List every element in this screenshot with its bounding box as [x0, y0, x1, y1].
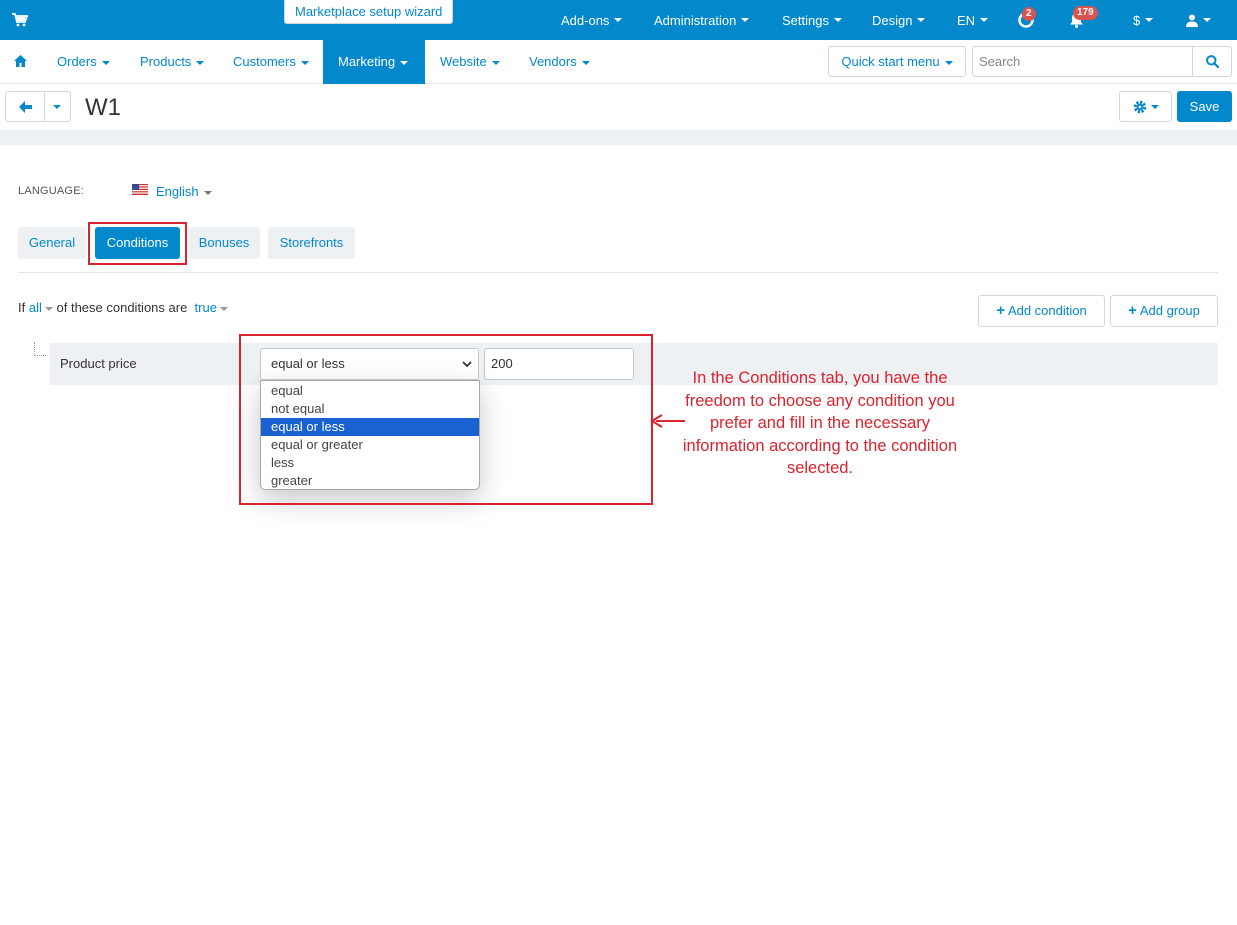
condition-state-value: true [194, 300, 217, 315]
home-icon [13, 55, 27, 67]
tab-bonuses[interactable]: Bonuses [188, 227, 260, 259]
search-button[interactable] [1192, 46, 1232, 77]
nav-customers[interactable]: Customers [233, 40, 309, 84]
help-badge: 2 [1022, 7, 1036, 21]
search-icon [1206, 55, 1219, 68]
gear-icon [1133, 100, 1147, 114]
tree-connector [34, 342, 46, 356]
nav-label: Marketing [338, 54, 396, 69]
caret-down-icon [944, 60, 953, 65]
menu-label: Settings [782, 12, 829, 28]
condition-name: Product price [60, 356, 137, 371]
condition-prefix: If [18, 300, 26, 315]
condition-state-selector[interactable]: true [195, 300, 228, 315]
caret-down-icon [196, 60, 205, 65]
tab-highlight-box [88, 222, 187, 265]
caret-down-icon [101, 60, 110, 65]
caret-down-icon [203, 190, 212, 195]
settings-gear-button[interactable] [1119, 91, 1172, 122]
back-dropdown-button[interactable] [44, 91, 71, 122]
nav-label: Orders [57, 54, 97, 69]
nav-label: Products [140, 54, 192, 69]
plus-icon: + [996, 302, 1006, 319]
annotation-text: In the Conditions tab, you have the free… [682, 369, 958, 477]
nav-orders[interactable]: Orders [57, 40, 110, 84]
caret-down-icon [300, 60, 309, 65]
tab-storefronts[interactable]: Storefronts [268, 227, 355, 259]
caret-down-icon [491, 60, 500, 65]
menu-language[interactable]: EN [957, 0, 989, 40]
nav-website[interactable]: Website [440, 40, 500, 84]
caret-down-icon [581, 60, 590, 65]
menu-addons[interactable]: Add-ons [561, 0, 623, 40]
header-divider [0, 130, 1237, 145]
nav-label: Website [440, 54, 487, 69]
menu-label: Design [872, 12, 913, 28]
caret-down-icon [980, 18, 989, 22]
caret-down-icon [1203, 18, 1211, 22]
save-button[interactable]: Save [1177, 91, 1232, 122]
caret-down-icon [400, 60, 409, 65]
page-title: W1 [85, 94, 121, 121]
currency-label: $ [1133, 12, 1141, 28]
user-icon [1186, 14, 1198, 27]
caret-down-icon [53, 105, 61, 109]
caret-down-icon [1151, 105, 1159, 109]
condition-mode-value: all [28, 300, 42, 315]
caret-down-icon [741, 18, 750, 22]
main-nav: Orders Products Customers Marketing Webs… [0, 40, 1237, 84]
setup-wizard-button[interactable]: Marketplace setup wizard [284, 0, 454, 24]
add-condition-label: Add condition [1007, 303, 1087, 318]
language-value: English [156, 184, 199, 199]
page-header: W1 Save [0, 84, 1237, 130]
tab-general[interactable]: General [18, 227, 86, 259]
home-button[interactable] [0, 40, 40, 84]
caret-down-icon [219, 306, 228, 311]
nav-marketing[interactable]: Marketing [323, 40, 425, 84]
conditions-highlight-box [239, 334, 653, 505]
caret-down-icon [833, 18, 842, 22]
conditions-summary: If all of these conditions are true [18, 300, 228, 315]
tabs-divider [18, 272, 1218, 273]
nav-label: Customers [233, 54, 296, 69]
add-group-button[interactable]: + Add group [1110, 295, 1218, 327]
currency-menu[interactable]: $ [1133, 0, 1154, 40]
language-label: LANGUAGE: [18, 185, 84, 197]
nav-label: Vendors [529, 54, 577, 69]
quick-start-label: Quick start menu [841, 54, 940, 69]
us-flag-icon [132, 184, 148, 195]
nav-vendors[interactable]: Vendors [529, 40, 590, 84]
notifications-badge: 179 [1073, 6, 1098, 20]
menu-label: EN [957, 12, 976, 28]
search-input[interactable] [972, 46, 1193, 77]
caret-down-icon [44, 306, 53, 311]
top-bar: Marketplace setup wizard Add-ons Adminis… [0, 0, 1237, 40]
plus-icon: + [1128, 302, 1137, 319]
caret-down-icon [917, 18, 926, 22]
condition-middle-text: of these conditions are [56, 300, 188, 315]
caret-down-icon [1145, 18, 1154, 22]
back-button[interactable] [5, 91, 45, 122]
menu-label: Administration [654, 12, 737, 28]
menu-label: Add-ons [561, 12, 610, 28]
menu-settings[interactable]: Settings [782, 0, 842, 40]
caret-down-icon [614, 18, 623, 22]
cart-icon[interactable] [12, 13, 28, 27]
language-selector[interactable]: English [156, 184, 212, 199]
add-group-label: Add group [1139, 303, 1200, 318]
add-condition-button[interactable]: + Add condition [978, 295, 1105, 327]
arrow-left-icon [19, 101, 32, 113]
menu-administration[interactable]: Administration [654, 0, 750, 40]
menu-design[interactable]: Design [872, 0, 926, 40]
condition-mode-selector[interactable]: all [29, 300, 53, 315]
quick-start-menu-button[interactable]: Quick start menu [828, 46, 966, 77]
nav-products[interactable]: Products [140, 40, 205, 84]
user-menu[interactable] [1186, 0, 1211, 40]
